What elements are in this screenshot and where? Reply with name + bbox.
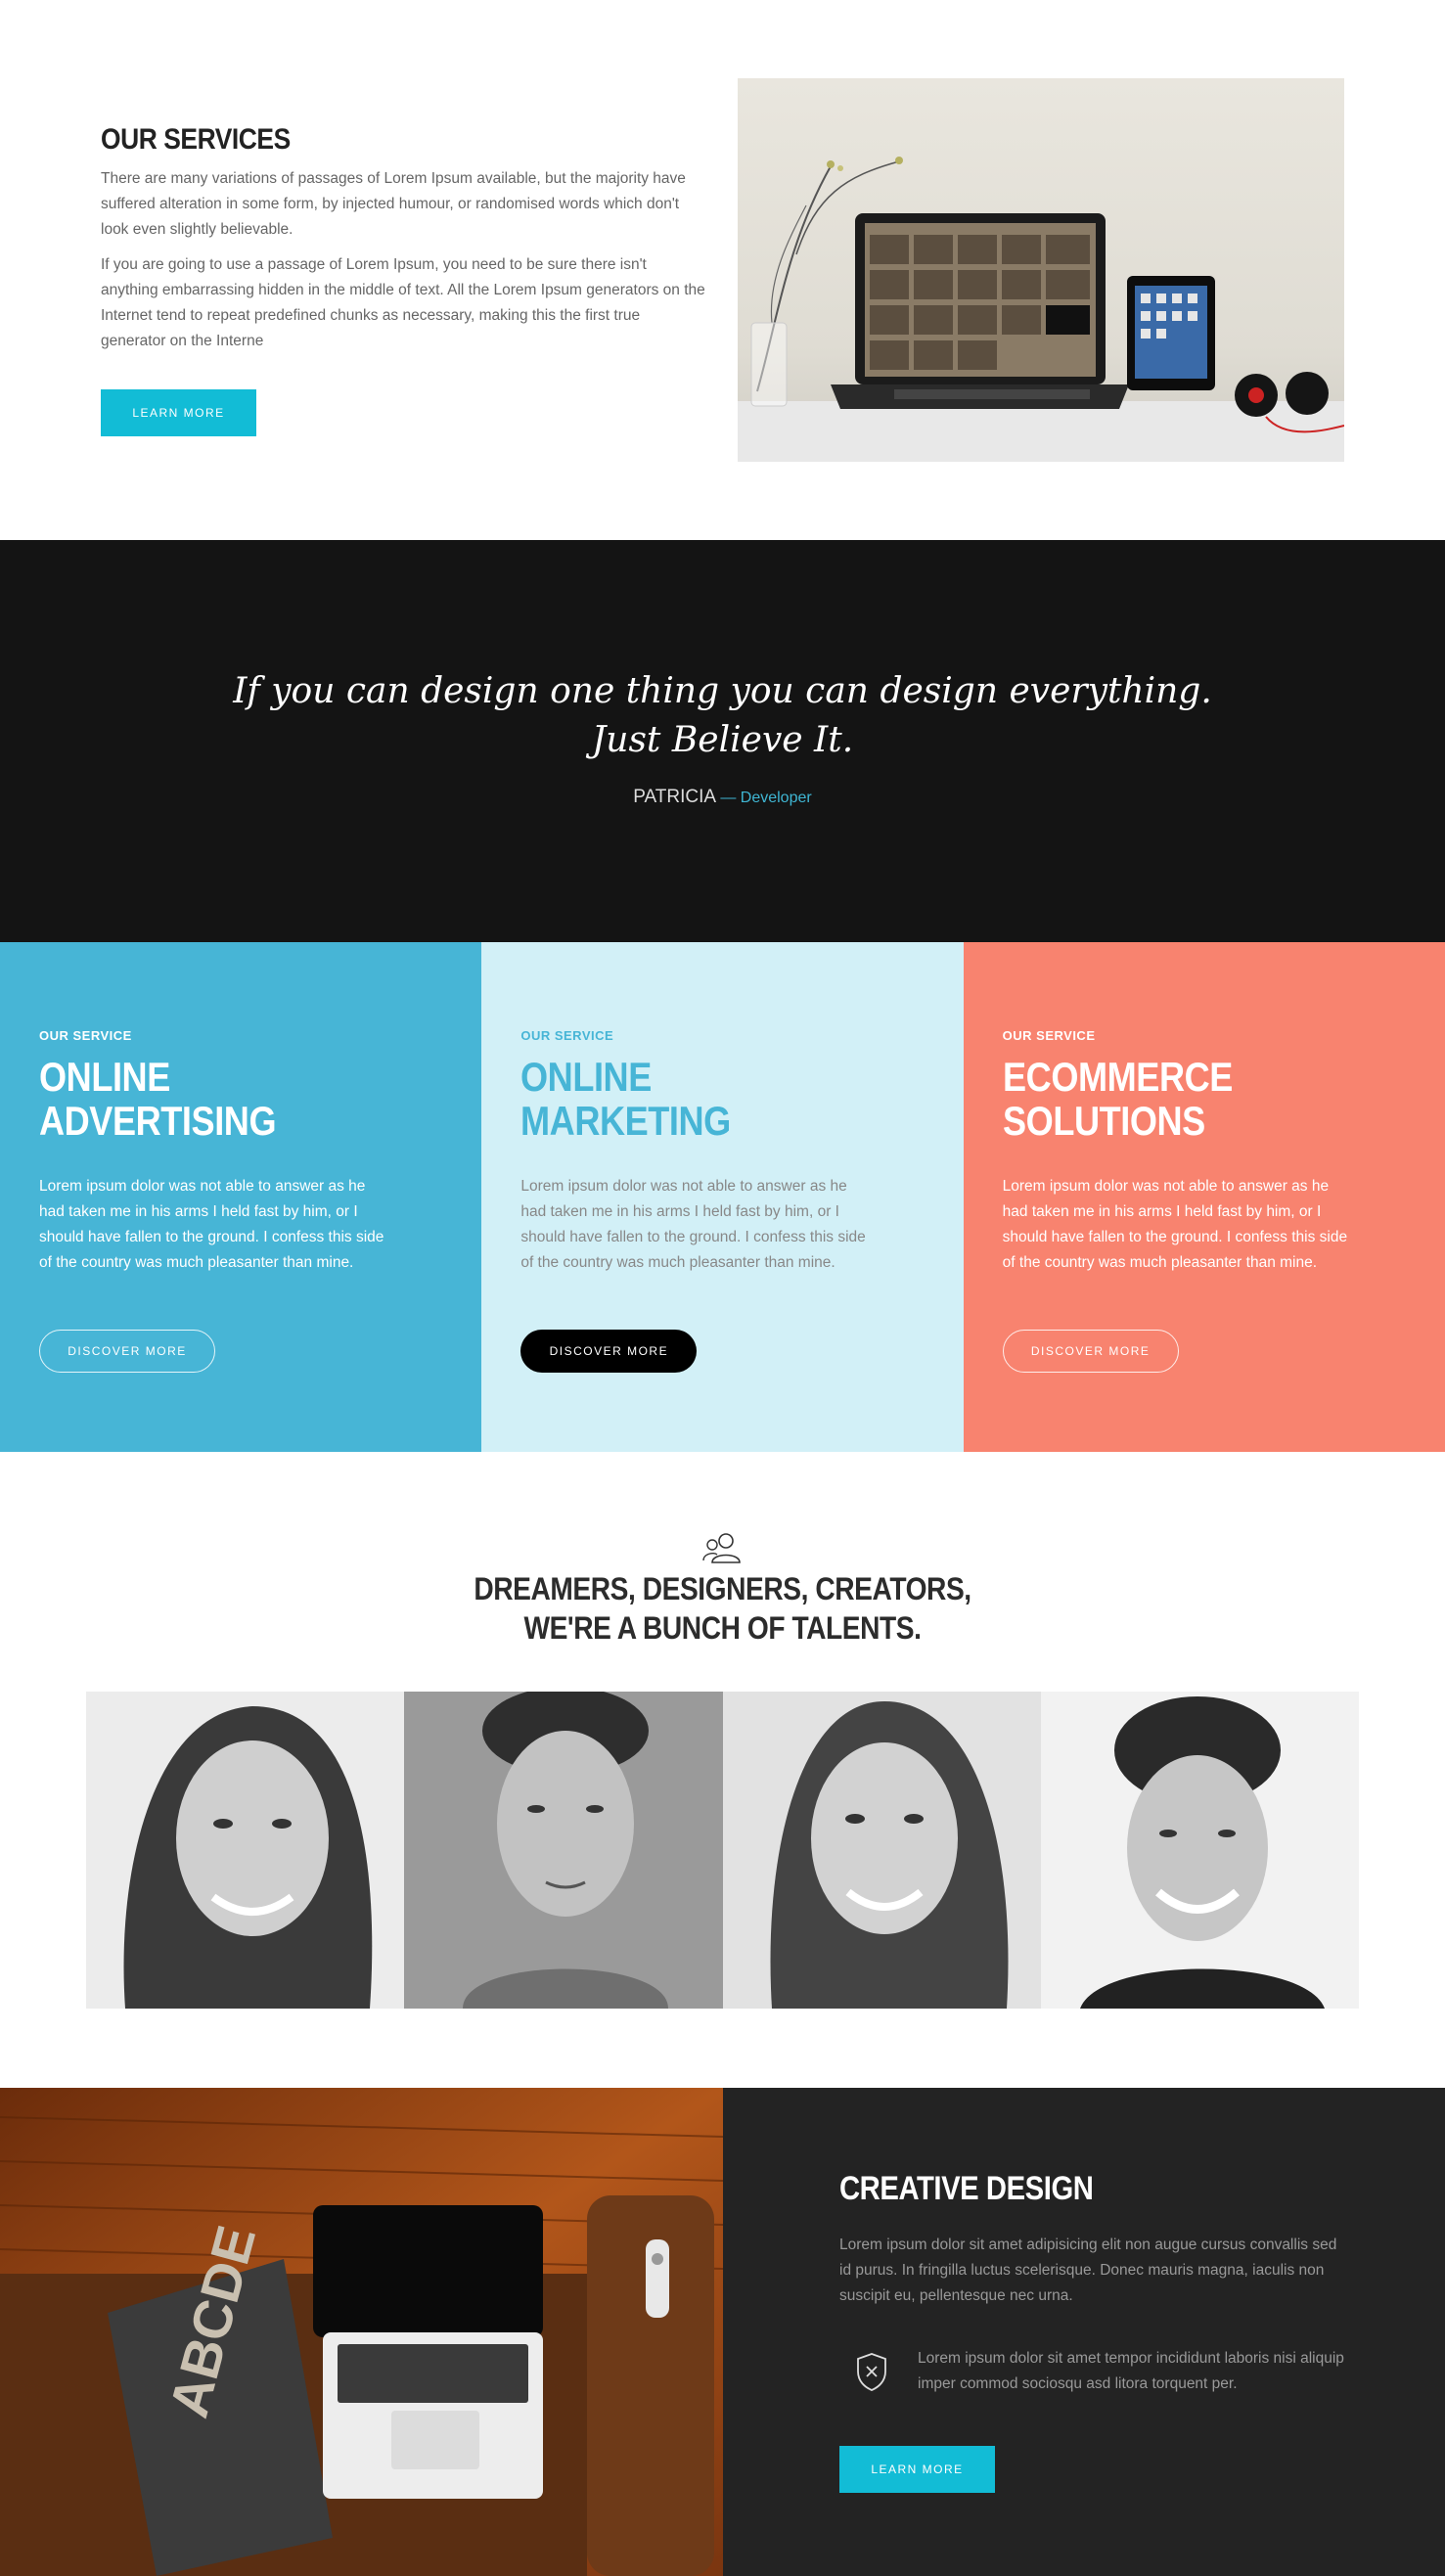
creative-learn-more-button[interactable]: LEARN MORE: [839, 2446, 995, 2493]
creative-intro: Lorem ipsum dolor sit amet adipisicing e…: [839, 2237, 1337, 2304]
team-member-photo: [1040, 1692, 1359, 2009]
creative-feature-text: Lorem ipsum dolor sit amet tempor incidi…: [918, 2350, 1344, 2392]
creative-section: ABCDE CREATIVE DESIGN Lorem ipsum dolor …: [0, 2088, 1445, 2576]
discover-more-button[interactable]: DISCOVER MORE: [1002, 1330, 1179, 1373]
workspace-devices-image: [738, 78, 1344, 462]
quote-line-2: Just Believe It.: [591, 720, 854, 760]
services-paragraph-2: If you are going to use a passage of Lor…: [101, 256, 705, 349]
service-card-body: Lorem ipsum dolor was not able to answer…: [520, 1178, 866, 1271]
quote-author-name: PATRICIA: [633, 787, 716, 807]
team-member-photo: [404, 1692, 723, 2009]
shield-x-icon: [857, 2353, 886, 2391]
service-card-title-line-1: ONLINE: [39, 1054, 170, 1100]
service-columns: OUR SERVICE ONLINE ADVERTISING Lorem ips…: [0, 942, 1445, 1452]
service-card-title-line-2: ADVERTISING: [39, 1098, 277, 1144]
team-title-line-1: DREAMERS, DESIGNERS, CREATORS,: [474, 1571, 971, 1606]
service-card-title-line-2: MARKETING: [520, 1098, 732, 1144]
services-paragraph-1: There are many variations of passages of…: [101, 170, 686, 238]
service-card-ecommerce-solutions: OUR SERVICE ECOMMERCE SOLUTIONS Lorem ip…: [963, 942, 1445, 1452]
quote-section: If you can design one thing you can desi…: [0, 540, 1445, 942]
service-card-title-line-2: SOLUTIONS: [1002, 1098, 1205, 1144]
quote-author: PATRICIA — Developer: [0, 787, 1445, 808]
creative-title: CREATIVE DESIGN: [839, 2170, 1094, 2207]
quote-line-1: If you can design one thing you can desi…: [233, 671, 1212, 711]
devices-illustration: [738, 157, 1344, 462]
discover-more-button[interactable]: DISCOVER MORE: [39, 1330, 215, 1373]
users-icon: [702, 1533, 741, 1563]
service-card-eyebrow: OUR SERVICE: [520, 1028, 614, 1043]
portrait-man-2: [1040, 1692, 1359, 2009]
laptop-sofa-illustration: ABCDE: [0, 2088, 723, 2576]
services-title: OUR SERVICES: [101, 123, 291, 156]
service-card-eyebrow: OUR SERVICE: [39, 1028, 132, 1043]
service-card-online-advertising: OUR SERVICE ONLINE ADVERTISING Lorem ips…: [0, 942, 482, 1452]
service-card-title-line-1: ECOMMERCE: [1002, 1054, 1233, 1100]
service-card-online-marketing: OUR SERVICE ONLINE MARKETING Lorem ipsum…: [481, 942, 964, 1452]
team-title-line-2: WE'RE A BUNCH OF TALENTS.: [523, 1610, 922, 1646]
service-card-title: ONLINE ADVERTISING: [39, 1055, 392, 1143]
team-portraits: [86, 1692, 1359, 2009]
creative-panel: CREATIVE DESIGN Lorem ipsum dolor sit am…: [723, 2088, 1445, 2576]
services-learn-more-button[interactable]: LEARN MORE: [101, 389, 256, 436]
quote-text: If you can design one thing you can desi…: [0, 667, 1445, 765]
services-text: OUR SERVICES There are many variations o…: [101, 123, 707, 364]
team-member-photo: [86, 1692, 405, 2009]
team-section: DREAMERS, DESIGNERS, CREATORS, WE'RE A B…: [0, 1452, 1445, 2088]
quote-author-role: — Developer: [720, 790, 812, 806]
service-card-body: Lorem ipsum dolor was not able to answer…: [1002, 1178, 1348, 1271]
service-card-title: ONLINE MARKETING: [520, 1055, 874, 1143]
portrait-man-1: [404, 1692, 723, 2009]
team-member-photo: [722, 1692, 1041, 2009]
service-card-body: Lorem ipsum dolor was not able to answer…: [39, 1178, 384, 1271]
service-card-title-line-1: ONLINE: [520, 1054, 653, 1100]
service-card-eyebrow: OUR SERVICE: [1002, 1028, 1096, 1043]
team-title: DREAMERS, DESIGNERS, CREATORS, WE'RE A B…: [87, 1569, 1359, 1648]
services-section: OUR SERVICES There are many variations o…: [0, 0, 1445, 540]
discover-more-button[interactable]: DISCOVER MORE: [520, 1330, 698, 1373]
service-card-title: ECOMMERCE SOLUTIONS: [1003, 1055, 1356, 1143]
laptop-on-sofa-image: ABCDE: [0, 2088, 723, 2576]
portrait-woman-1: [86, 1692, 405, 2009]
portrait-woman-2: [722, 1692, 1041, 2009]
